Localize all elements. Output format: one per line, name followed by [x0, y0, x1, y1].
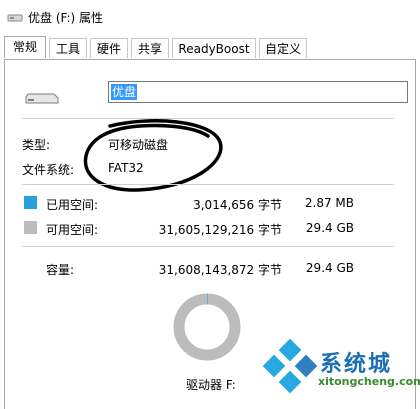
removable-drive-icon: [25, 93, 59, 104]
filesystem-label: 文件系统:: [22, 163, 75, 177]
usb-drive-icon: [7, 14, 23, 22]
tab-tools[interactable]: 工具: [49, 38, 87, 58]
capacity-size: 29.4 GB: [305, 261, 354, 275]
used-space-swatch: [24, 196, 37, 209]
free-space-ring: [173, 293, 241, 361]
hand-drawn-circle: [83, 119, 223, 192]
type-label: 类型:: [22, 138, 51, 152]
drive-letter-label: 驱动器 F:: [186, 378, 236, 392]
drive-name-value: 优盘: [111, 84, 138, 100]
used-space-size: 2.87 MB: [304, 196, 354, 210]
watermark-brand: 系统城: [320, 352, 393, 377]
capacity-label: 容量:: [46, 263, 75, 277]
free-space-label: 可用空间:: [46, 223, 99, 237]
free-space-bytes: 31,605,129,216 字节: [158, 223, 282, 237]
free-space-swatch: [24, 221, 37, 234]
tab-general[interactable]: 常规: [4, 36, 46, 58]
window-title: 优盘 (F:) 属性: [28, 11, 104, 25]
separator: [22, 184, 394, 185]
tab-sharing[interactable]: 共享: [131, 38, 169, 58]
used-space-bytes: 3,014,656 字节: [193, 198, 282, 212]
tab-hardware[interactable]: 硬件: [90, 38, 128, 58]
watermark-url: xitongcheng.com: [318, 375, 420, 388]
used-space-label: 已用空间:: [46, 198, 99, 212]
drive-name-input[interactable]: 优盘: [108, 81, 408, 103]
tab-readyboost[interactable]: ReadyBoost: [172, 38, 256, 58]
watermark-logo-icon: [262, 338, 318, 394]
capacity-bytes: 31,608,143,872 字节: [158, 263, 282, 277]
tab-customize[interactable]: 自定义: [259, 38, 307, 58]
free-space-size: 29.4 GB: [305, 221, 354, 235]
disk-usage-donut: [173, 293, 241, 361]
title-bar: 优盘 (F:) 属性: [0, 0, 420, 36]
separator: [22, 246, 394, 247]
